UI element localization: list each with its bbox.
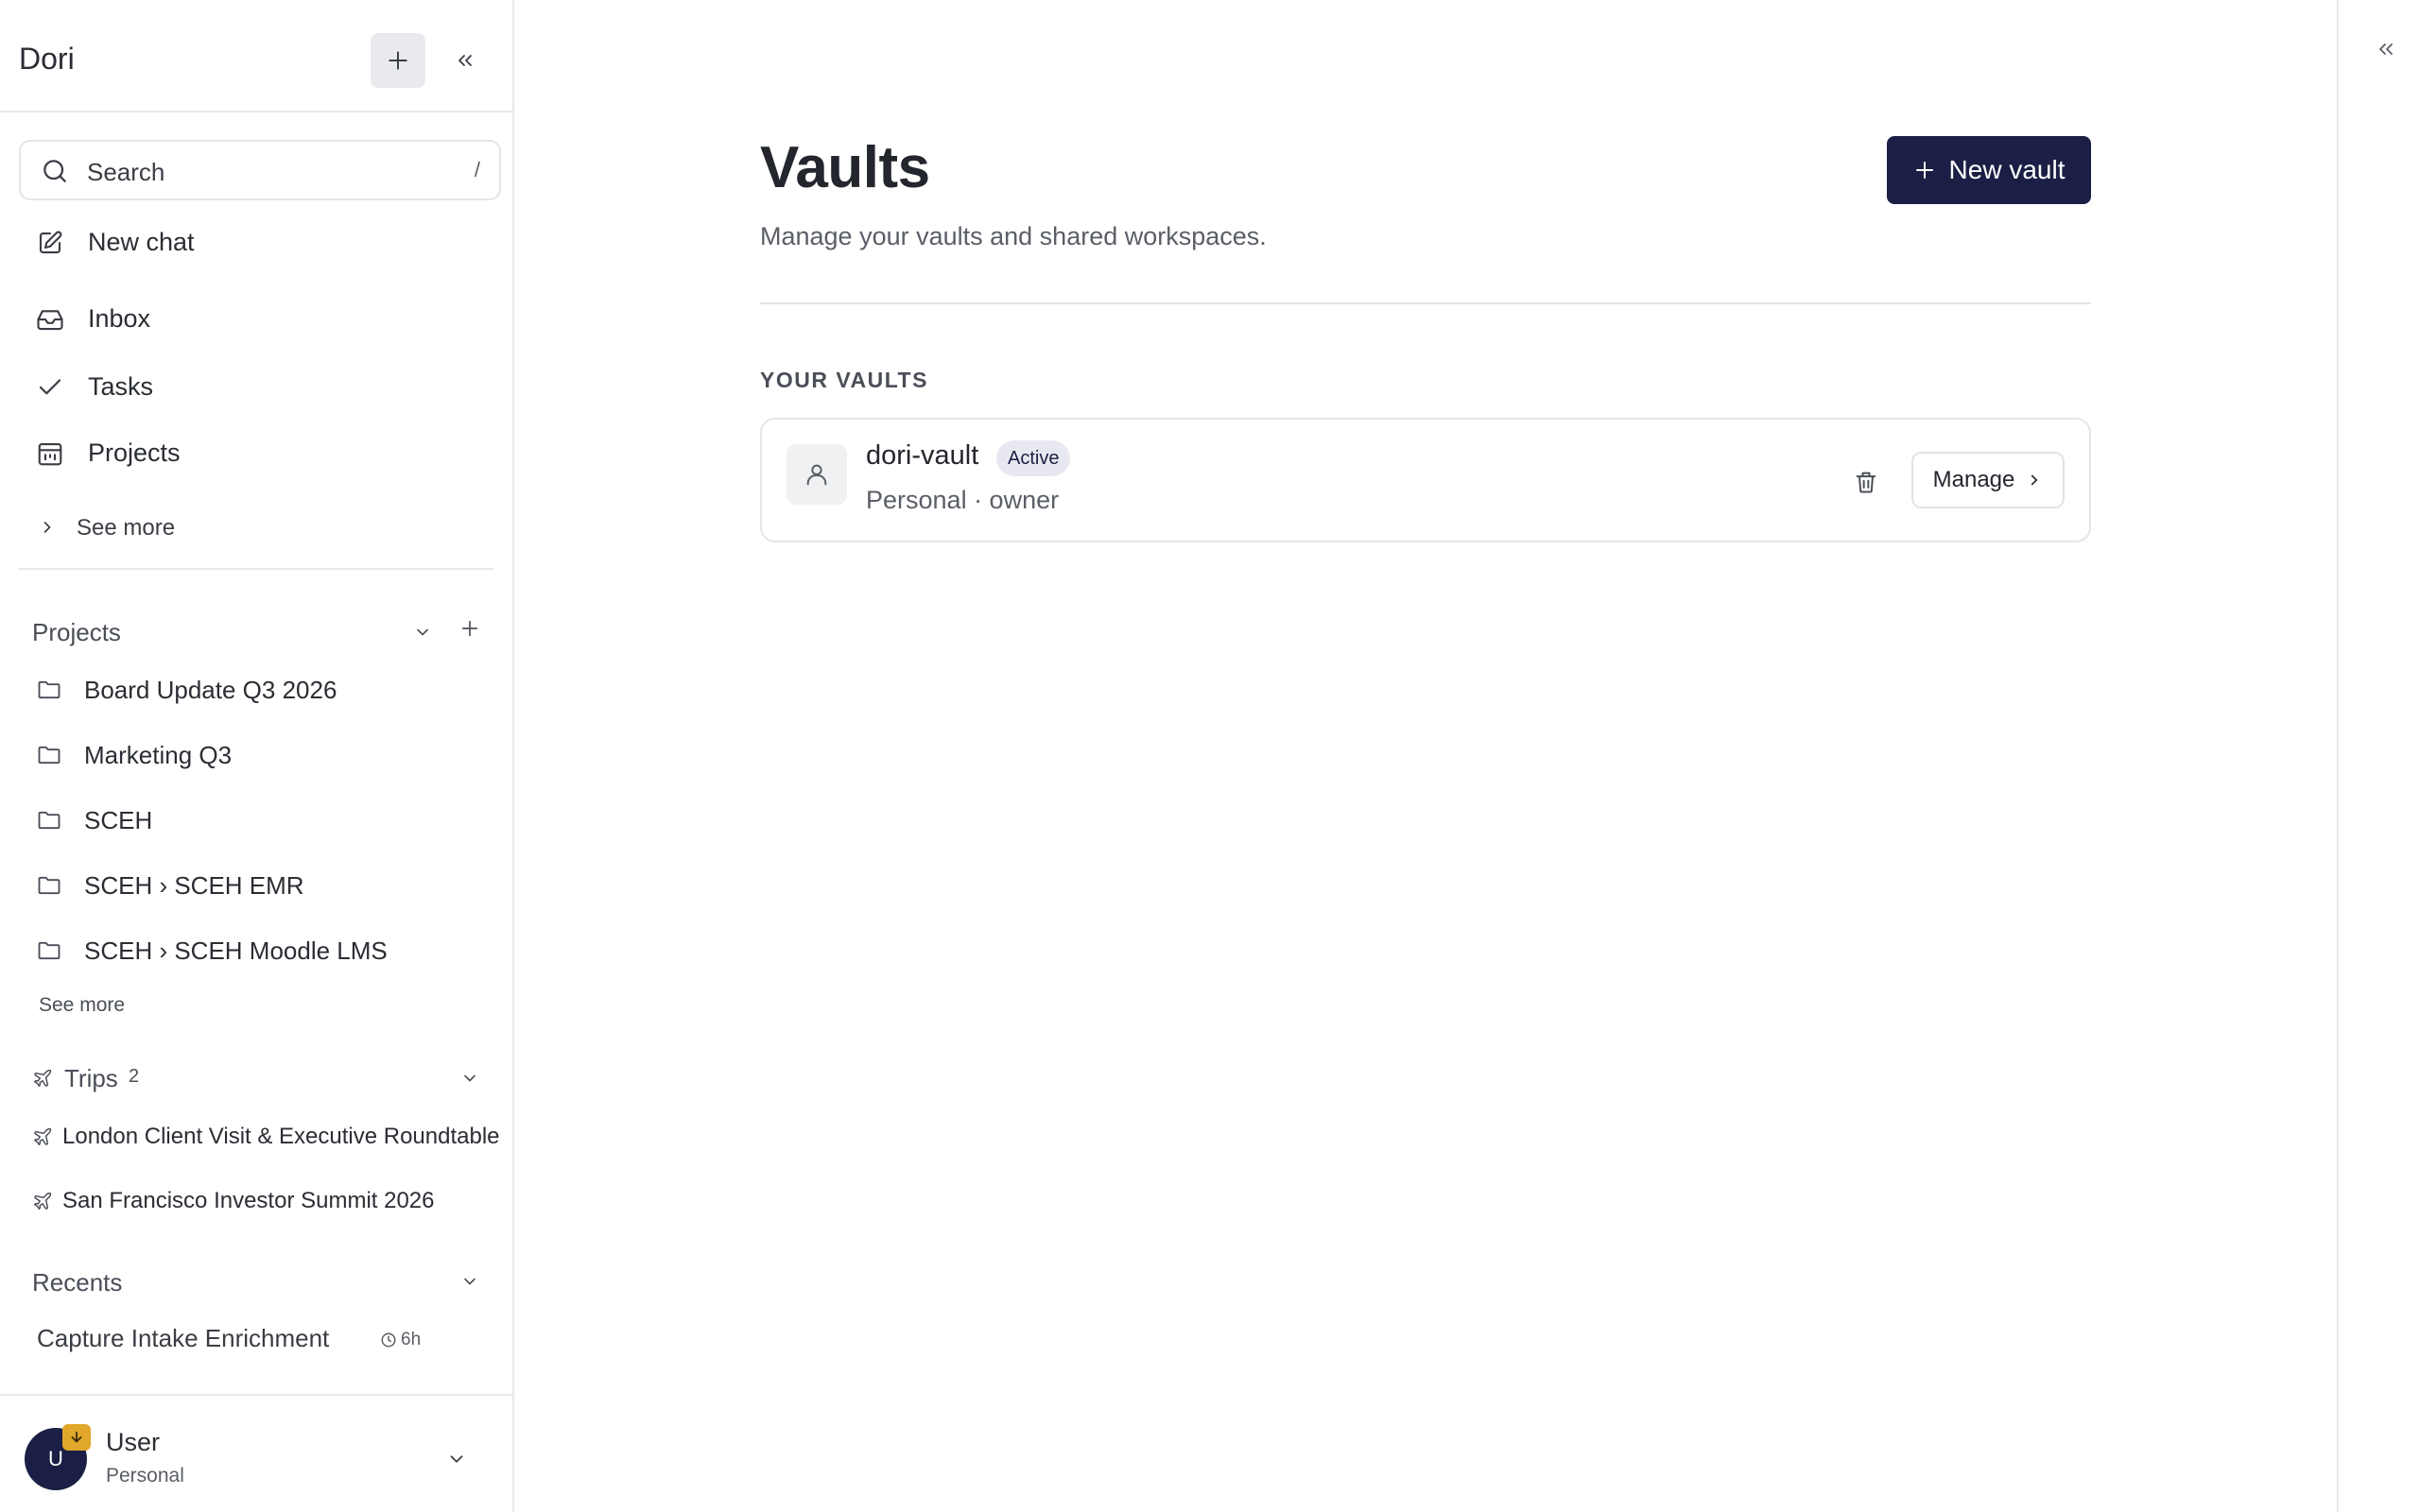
sidebar-header: Dori bbox=[0, 0, 512, 112]
trip-label: London Client Visit & Executive Roundtab… bbox=[62, 1124, 500, 1149]
clock-icon bbox=[381, 1332, 396, 1348]
vault-name: dori-vault bbox=[866, 440, 979, 471]
user-icon bbox=[806, 464, 827, 486]
nav-label: Tasks bbox=[88, 372, 154, 401]
check-icon bbox=[39, 379, 61, 395]
add-project-button[interactable] bbox=[454, 612, 486, 644]
folder-icon bbox=[38, 811, 60, 830]
trash-icon bbox=[1856, 472, 1876, 493]
new-item-button[interactable] bbox=[371, 33, 425, 88]
search-input[interactable]: Search / bbox=[19, 140, 501, 200]
arrow-down-icon bbox=[71, 1431, 82, 1443]
projects-see-more[interactable]: See more bbox=[39, 994, 125, 1017]
header-divider bbox=[760, 302, 2091, 304]
user-plan: Personal bbox=[106, 1465, 184, 1486]
nav-see-more[interactable]: See more bbox=[19, 507, 302, 548]
right-panel-rail bbox=[2337, 0, 2420, 1512]
avatar-initial: U bbox=[48, 1447, 63, 1470]
chevron-down-icon bbox=[464, 1278, 475, 1285]
trips-section-header[interactable]: Trips 2 bbox=[32, 1062, 486, 1094]
nav-inbox[interactable]: Inbox bbox=[19, 290, 501, 347]
plus-icon bbox=[461, 620, 478, 637]
nav-projects[interactable]: Projects bbox=[19, 424, 501, 481]
app-name: Dori bbox=[19, 42, 75, 76]
project-item[interactable]: Marketing Q3 bbox=[32, 729, 486, 782]
new-vault-label: New vault bbox=[1948, 155, 2066, 184]
nav-tasks[interactable]: Tasks bbox=[19, 358, 501, 415]
project-label: SCEH bbox=[84, 806, 153, 834]
user-menu-toggle[interactable] bbox=[442, 1445, 471, 1473]
search-shortcut-key: / bbox=[474, 158, 480, 181]
project-label: SCEH › SCEH Moodle LMS bbox=[84, 936, 388, 965]
chevron-down-icon bbox=[450, 1455, 463, 1463]
sidebar: Dori Search / New chat Inbox Tasks Proje… bbox=[0, 0, 514, 1512]
trips-section-title: Trips bbox=[64, 1064, 118, 1092]
manage-vault-button[interactable]: Manage bbox=[1911, 452, 2065, 508]
folder-icon bbox=[38, 680, 60, 699]
search-placeholder: Search bbox=[87, 158, 165, 186]
projects-collapse-toggle[interactable] bbox=[406, 616, 439, 648]
calendar-folder-icon bbox=[38, 442, 62, 466]
project-item[interactable]: Board Update Q3 2026 bbox=[32, 663, 486, 716]
plus-icon bbox=[389, 51, 407, 70]
recent-timestamp: 6h bbox=[380, 1329, 421, 1351]
plane-icon bbox=[34, 1069, 52, 1087]
trip-item[interactable]: San Francisco Investor Summit 2026 bbox=[32, 1177, 486, 1225]
projects-section-title: Projects bbox=[32, 618, 121, 646]
folder-icon bbox=[38, 941, 60, 960]
expand-panel-button[interactable] bbox=[2369, 32, 2403, 66]
project-label: Board Update Q3 2026 bbox=[84, 676, 337, 704]
recent-label: Capture Intake Enrichment bbox=[37, 1324, 330, 1352]
your-vaults-heading: YOUR VAULTS bbox=[760, 368, 928, 392]
vault-card[interactable]: dori-vault Active Personal · owner Manag… bbox=[760, 418, 2091, 542]
folder-icon bbox=[38, 746, 60, 765]
nav-label: Projects bbox=[88, 438, 181, 467]
vault-meta: Personal · owner bbox=[866, 486, 1060, 514]
sidebar-divider bbox=[19, 568, 493, 570]
project-item[interactable]: SCEH › SCEH Moodle LMS bbox=[32, 924, 486, 977]
chevrons-left-icon bbox=[2379, 43, 2393, 55]
nav-label: Inbox bbox=[88, 304, 151, 333]
recents-section-title: Recents bbox=[32, 1268, 123, 1297]
nav-label: New chat bbox=[88, 228, 195, 256]
recent-time-label: 6h bbox=[401, 1330, 422, 1349]
folder-icon bbox=[38, 876, 60, 895]
search-icon bbox=[43, 160, 66, 182]
chevron-right-icon bbox=[2031, 474, 2038, 486]
pencil-square-icon bbox=[39, 231, 62, 254]
user-name: User bbox=[106, 1428, 161, 1456]
manage-label: Manage bbox=[1932, 467, 2015, 492]
collapse-sidebar-button[interactable] bbox=[446, 42, 484, 79]
chevron-down-icon bbox=[417, 628, 428, 636]
chevron-right-icon bbox=[43, 522, 51, 533]
inbox-icon bbox=[37, 310, 63, 331]
plane-icon bbox=[34, 1192, 52, 1210]
see-more-label: See more bbox=[77, 515, 176, 541]
delete-vault-button[interactable] bbox=[1847, 463, 1885, 501]
new-vault-button[interactable]: New vault bbox=[1887, 136, 2091, 204]
page-subtitle: Manage your vaults and shared workspaces… bbox=[760, 222, 1267, 250]
project-label: Marketing Q3 bbox=[84, 741, 233, 769]
trips-collapse-toggle[interactable] bbox=[454, 1062, 486, 1094]
page-title: Vaults bbox=[760, 135, 930, 200]
recents-collapse-toggle[interactable] bbox=[454, 1265, 486, 1297]
project-label: SCEH › SCEH EMR bbox=[84, 871, 304, 900]
chevrons-left-icon bbox=[458, 55, 472, 66]
project-item[interactable]: SCEH › SCEH EMR bbox=[32, 859, 486, 912]
main-content: Vaults Manage your vaults and shared wor… bbox=[514, 0, 2337, 1512]
vault-avatar bbox=[786, 444, 847, 505]
trips-count: 2 bbox=[129, 1066, 140, 1087]
trip-label: San Francisco Investor Summit 2026 bbox=[62, 1188, 435, 1213]
nav-new-chat[interactable]: New chat bbox=[19, 214, 501, 270]
plus-icon bbox=[1915, 162, 1933, 179]
status-badge: Active bbox=[996, 440, 1071, 476]
recent-item[interactable]: Capture Intake Enrichment 6h bbox=[32, 1319, 486, 1361]
update-badge[interactable] bbox=[62, 1424, 91, 1451]
user-menu[interactable]: U User Personal bbox=[0, 1394, 512, 1512]
trip-item[interactable]: London Client Visit & Executive Roundtab… bbox=[32, 1113, 500, 1160]
plane-icon bbox=[34, 1127, 52, 1145]
project-item[interactable]: SCEH bbox=[32, 794, 486, 847]
app-window: Dori Search / New chat Inbox Tasks Proje… bbox=[0, 0, 2420, 1512]
chevron-down-icon bbox=[464, 1074, 475, 1082]
